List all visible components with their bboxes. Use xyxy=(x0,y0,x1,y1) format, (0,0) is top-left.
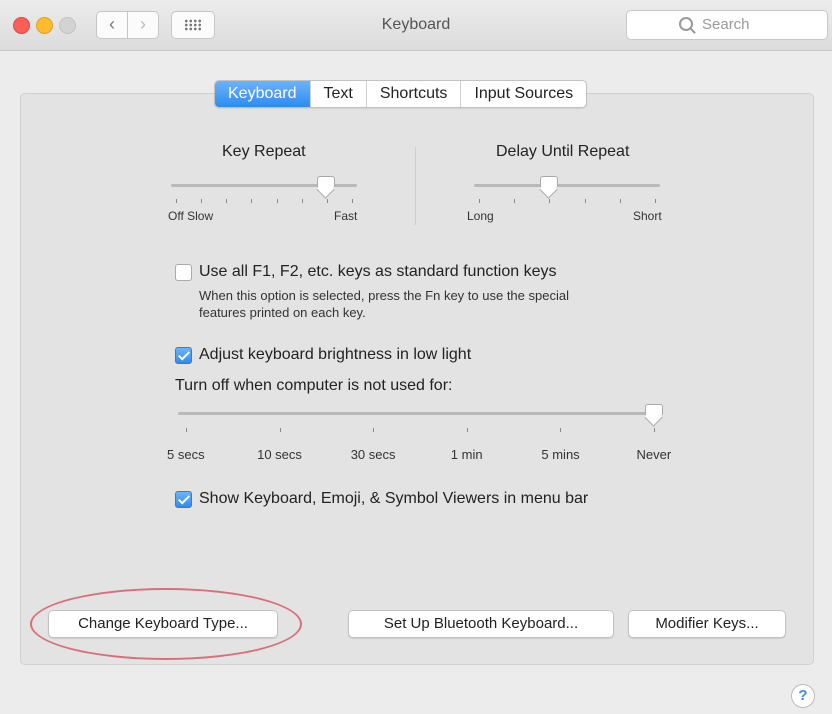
search-placeholder: Search xyxy=(702,16,750,33)
key-repeat-tick xyxy=(352,199,353,203)
turn-off-stop-label: 5 mins xyxy=(541,447,580,462)
delay-tick xyxy=(479,199,480,203)
fn-keys-note-line1: When this option is selected, press the … xyxy=(199,288,569,303)
delay-track xyxy=(474,184,660,187)
viewers-label: Show Keyboard, Emoji, & Symbol Viewers i… xyxy=(199,490,589,507)
search-icon xyxy=(679,17,693,31)
key-repeat-tick xyxy=(301,199,303,203)
fn-keys-label: Use all F1, F2, etc. keys as standard fu… xyxy=(199,263,557,280)
delay-until-repeat-title: Delay Until Repeat xyxy=(496,143,630,160)
turn-off-tick xyxy=(560,428,562,432)
key-repeat-max-label: Fast xyxy=(334,209,358,223)
search-field[interactable]: Search xyxy=(626,10,828,40)
turn-off-tick xyxy=(654,428,655,432)
help-button[interactable]: ? xyxy=(791,684,815,708)
turn-off-stop-label: 5 secs xyxy=(167,447,205,462)
title-bar: ‹ › Keyboard Search xyxy=(0,0,832,51)
turn-off-tick xyxy=(279,428,281,432)
turn-off-stop-label: 10 secs xyxy=(257,447,302,462)
tab-text[interactable]: Text xyxy=(311,81,367,107)
turn-off-track xyxy=(178,412,656,415)
key-repeat-tick xyxy=(326,199,328,203)
fn-keys-checkbox[interactable] xyxy=(175,264,192,281)
key-repeat-slider-knob[interactable] xyxy=(315,176,335,199)
delay-min-label: Long xyxy=(467,209,494,223)
turn-off-slider-knob[interactable] xyxy=(644,404,663,427)
slider-divider xyxy=(415,147,416,225)
fn-keys-note-line2: features printed on each key. xyxy=(199,305,366,320)
modifier-keys-button[interactable]: Modifier Keys... xyxy=(628,610,786,638)
key-repeat-tick xyxy=(226,199,228,203)
turn-off-stop-label: Never xyxy=(636,447,672,462)
viewers-checkbox[interactable] xyxy=(175,491,192,508)
annotation-highlight-ellipse xyxy=(30,588,302,660)
turn-off-stop-label: 30 secs xyxy=(350,447,396,462)
turn-off-tick xyxy=(186,428,187,432)
turn-off-tick xyxy=(373,428,375,432)
delay-tick xyxy=(514,199,516,203)
delay-tick xyxy=(549,199,551,203)
delay-max-label: Short xyxy=(633,209,662,223)
turn-off-tick xyxy=(466,428,468,432)
delay-tick xyxy=(619,199,621,203)
tab-bar: Keyboard Text Shortcuts Input Sources xyxy=(214,80,588,108)
question-mark-icon: ? xyxy=(798,687,808,704)
turn-off-stop-label: 1 min xyxy=(450,447,483,462)
key-repeat-tick xyxy=(201,199,203,203)
tab-keyboard[interactable]: Keyboard xyxy=(215,81,311,107)
key-repeat-tick xyxy=(251,199,253,203)
set-up-bluetooth-keyboard-button[interactable]: Set Up Bluetooth Keyboard... xyxy=(348,610,614,638)
delay-slider-knob[interactable] xyxy=(539,176,559,199)
key-repeat-min-label: Off Slow xyxy=(168,209,214,223)
delay-tick xyxy=(655,199,656,203)
key-repeat-tick xyxy=(276,199,278,203)
turn-off-label: Turn off when computer is not used for: xyxy=(175,377,453,394)
key-repeat-title: Key Repeat xyxy=(222,143,306,160)
key-repeat-tick xyxy=(176,199,177,203)
tab-shortcuts[interactable]: Shortcuts xyxy=(367,81,462,107)
delay-tick xyxy=(584,199,586,203)
brightness-label: Adjust keyboard brightness in low light xyxy=(199,346,472,363)
tab-input-sources[interactable]: Input Sources xyxy=(461,81,586,107)
brightness-checkbox[interactable] xyxy=(175,347,192,364)
